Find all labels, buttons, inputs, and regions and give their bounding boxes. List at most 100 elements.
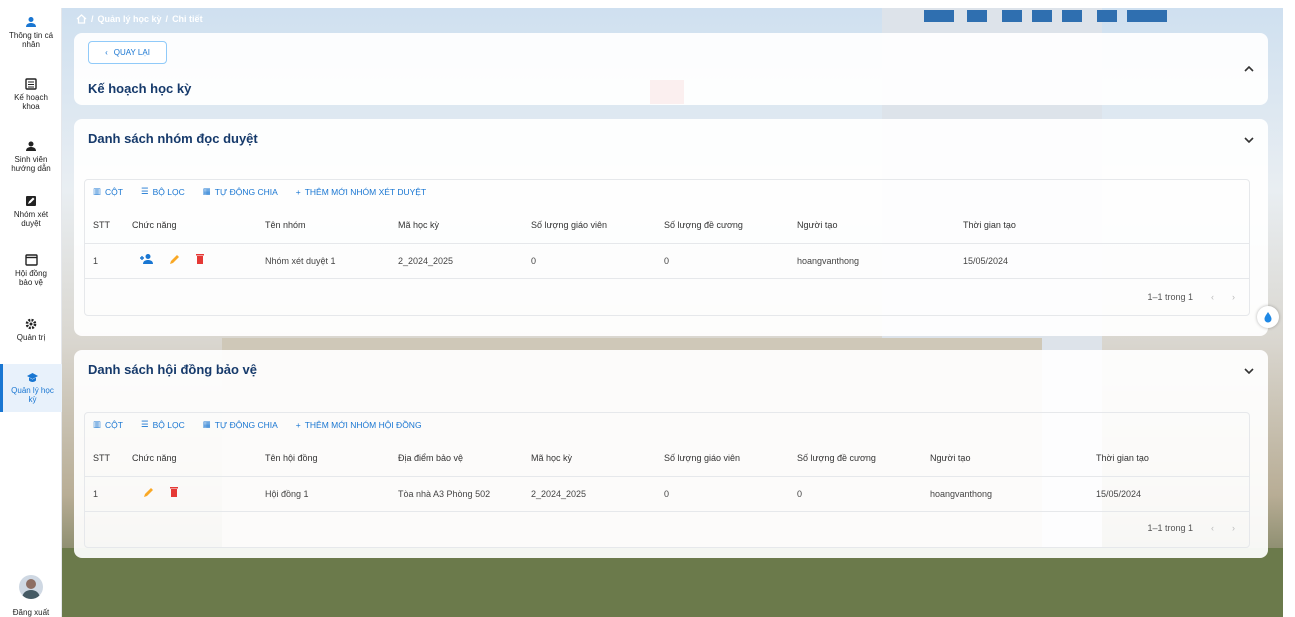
edit-box-icon — [26, 196, 36, 206]
column-header[interactable]: Thời gian tạo — [1096, 453, 1149, 463]
add-review-group-button[interactable]: + THÊM MỚI NHÓM XÉT DUYỆT — [296, 187, 426, 197]
sidebar-item-profile[interactable]: Thông tin cá nhân — [0, 16, 62, 49]
cell-created-time: 15/05/2024 — [963, 256, 1009, 266]
chevron-left-icon: ‹ — [105, 48, 108, 57]
sidebar-item-label: Quản lý học — [11, 386, 54, 395]
column-header[interactable]: Người tạo — [930, 453, 970, 463]
breadcrumb-current: Chi tiết — [172, 14, 203, 24]
sidebar-item-councils[interactable]: Hội đồng bảo vệ — [0, 254, 62, 287]
grid-toolbar: ▥ CỘT ☰ BỘ LỌC ▦ TỰ ĐỘNG CHIA + THÊM MỚI NHÓ… — [93, 419, 422, 430]
cell-creator: hoangvanthong — [930, 489, 993, 499]
delete-trash-icon[interactable] — [169, 486, 179, 498]
edit-pencil-icon[interactable] — [143, 486, 155, 498]
add-label: THÊM MỚI NHÓM HỘI ĐỒNG — [304, 419, 422, 430]
sidebar-item-semester[interactable]: Quản lý học kỳ — [0, 364, 62, 412]
sidebar-item-label: Sinh viên — [14, 155, 48, 164]
grid-icon: ▦ — [202, 419, 211, 429]
water-drop-icon — [1264, 312, 1272, 323]
expand-chevron-down-icon[interactable] — [1244, 363, 1254, 377]
sidebar-item-label: nhân — [22, 40, 40, 49]
columns-button[interactable]: ▥ CỘT — [93, 419, 123, 430]
collapse-chevron-up-icon[interactable] — [1244, 61, 1254, 75]
section-title: Danh sách hội đồng bảo vệ — [88, 362, 258, 377]
cell-created-time: 15/05/2024 — [1096, 489, 1142, 499]
defense-council-card: Danh sách hội đồng bảo vệ ▥ CỘT ☰ BỘ LỌC ▦… — [74, 350, 1268, 558]
sidebar-item-label: hướng dẫn — [11, 164, 51, 173]
column-header[interactable]: Số lượng giáo viên — [664, 453, 740, 463]
page-scrollbar[interactable] — [1283, 8, 1295, 617]
filter-button[interactable]: ☰ BỘ LỌC — [141, 419, 185, 430]
auto-split-label: TỰ ĐỘNG CHIA — [214, 419, 278, 430]
column-header[interactable]: STT — [93, 453, 110, 463]
column-header[interactable]: Thời gian tạo — [963, 220, 1016, 230]
sidebar-item-plan[interactable]: Kế hoạch khoa — [0, 78, 62, 111]
add-member-icon[interactable] — [139, 253, 155, 265]
column-header[interactable]: Địa điểm bảo vệ — [398, 453, 463, 463]
sidebar-item-admin[interactable]: Quản trị — [0, 318, 62, 342]
newspaper-icon — [25, 78, 37, 90]
sidebar-item-label: Kế hoạch — [14, 93, 48, 102]
cell-group-name: Nhóm xét duyệt 1 — [265, 256, 336, 266]
column-header[interactable]: Chức năng — [132, 453, 177, 463]
columns-label: CỘT — [105, 186, 123, 197]
delete-trash-icon[interactable] — [195, 253, 205, 265]
page-title: Kế hoạch học kỳ — [88, 81, 192, 96]
sidebar-item-review-groups[interactable]: Nhóm xét duyệt — [0, 195, 62, 228]
column-header[interactable]: Mã học kỳ — [531, 453, 572, 463]
sidebar-item-label: Quản trị — [16, 333, 46, 342]
semester-plan-card: ‹ QUAY LẠI Kế hoạch học kỳ — [74, 33, 1268, 105]
floating-assistant-button[interactable] — [1257, 306, 1279, 328]
person-icon — [26, 17, 36, 27]
home-icon[interactable] — [76, 14, 87, 24]
plus-icon: + — [295, 419, 301, 430]
column-header[interactable]: Chức năng — [132, 220, 177, 230]
cell-outline-count: 0 — [664, 256, 670, 266]
grid-icon: ▦ — [202, 186, 211, 196]
auto-split-button[interactable]: ▦ TỰ ĐỘNG CHIA — [203, 419, 278, 430]
prev-page-icon[interactable]: ‹ — [1211, 292, 1214, 302]
sidebar-item-students[interactable]: Sinh viên hướng dẫn — [0, 140, 62, 173]
column-header[interactable]: Số lượng đề cương — [664, 220, 743, 230]
column-header[interactable]: Tên nhóm — [265, 220, 306, 230]
review-groups-grid: ▥ CỘT ☰ BỘ LỌC ▦ TỰ ĐỘNG CHIA + THÊM MỚI NHÓ… — [84, 179, 1250, 316]
auto-split-button[interactable]: ▦ TỰ ĐỘNG CHIA — [203, 186, 278, 197]
next-page-icon[interactable]: › — [1232, 523, 1235, 533]
add-council-button[interactable]: + THÊM MỚI NHÓM HỘI ĐỒNG — [296, 420, 422, 430]
column-header[interactable]: Số lượng đề cương — [797, 453, 876, 463]
next-page-icon[interactable]: › — [1232, 292, 1235, 302]
pagination: 1–1 trong 1 ‹ › — [1147, 292, 1235, 302]
expand-chevron-down-icon[interactable] — [1244, 132, 1254, 146]
back-button[interactable]: ‹ QUAY LẠI — [88, 41, 167, 64]
window-icon — [24, 254, 38, 266]
breadcrumb-separator: / — [91, 14, 94, 24]
gear-icon — [25, 318, 37, 330]
cell-semester-code: 2_2024_2025 — [398, 256, 454, 266]
cell-creator: hoangvanthong — [797, 256, 860, 266]
column-header[interactable]: STT — [93, 220, 110, 230]
school-icon — [27, 373, 38, 382]
breadcrumb-semester-link[interactable]: Quản lý học kỳ — [98, 14, 162, 24]
logout-link[interactable]: Đăng xuất — [0, 608, 62, 617]
columns-button[interactable]: ▥ CỘT — [93, 186, 123, 197]
column-header[interactable]: Tên hội đồng — [265, 453, 318, 463]
cell-semester-code: 2_2024_2025 — [531, 489, 587, 499]
breadcrumb-separator: / — [165, 14, 169, 24]
avatar[interactable] — [19, 575, 43, 599]
cell-outline-count: 0 — [797, 489, 803, 499]
sidebar-item-label: Thông tin cá — [8, 31, 54, 40]
cell-stt: 1 — [93, 489, 99, 499]
column-header[interactable]: Mã học kỳ — [398, 220, 439, 230]
top-bar — [0, 0, 1295, 8]
columns-icon: ▥ — [93, 186, 102, 196]
columns-label: CỘT — [105, 419, 123, 430]
plus-icon: + — [295, 186, 301, 197]
columns-icon: ▥ — [93, 419, 102, 429]
edit-pencil-icon[interactable] — [169, 253, 181, 265]
filter-icon: ☰ — [140, 186, 149, 196]
column-header[interactable]: Số lượng giáo viên — [531, 220, 607, 230]
column-header[interactable]: Người tạo — [797, 220, 837, 230]
filter-button[interactable]: ☰ BỘ LỌC — [141, 186, 185, 197]
review-groups-card: Danh sách nhóm đọc duyệt ▥ CỘT ☰ BỘ LỌC ▦ T… — [74, 119, 1268, 336]
prev-page-icon[interactable]: ‹ — [1211, 523, 1214, 533]
sidebar-item-label: kỳ — [28, 395, 37, 404]
